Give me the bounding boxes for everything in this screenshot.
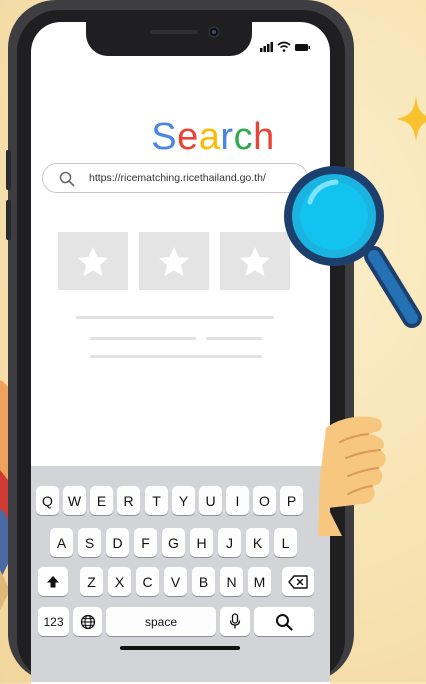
placeholder-line [76,316,274,319]
earpiece-speaker [150,30,198,34]
placeholder-line [90,337,196,340]
result-tile[interactable] [139,232,209,290]
placeholder-line [206,337,262,340]
key-w[interactable]: W [63,486,86,515]
search-icon [59,171,75,187]
search-key[interactable] [254,607,314,636]
key-u[interactable]: U [199,486,222,515]
placeholder-line [90,355,262,358]
microphone-icon [229,613,241,629]
key-p[interactable]: P [280,486,303,515]
backspace-key[interactable] [282,567,314,596]
key-r[interactable]: R [117,486,140,515]
space-key[interactable]: space [106,607,216,636]
key-k[interactable]: K [246,528,269,557]
key-x[interactable]: X [108,567,131,596]
key-y[interactable]: Y [172,486,195,515]
search-icon [276,613,293,631]
shift-icon [47,575,59,587]
numbers-key[interactable]: 123 [38,607,69,636]
key-g[interactable]: G [162,528,185,557]
key-l[interactable]: L [274,528,297,557]
globe-icon [80,614,95,629]
key-c[interactable]: C [136,567,159,596]
key-q[interactable]: Q [36,486,59,515]
result-tile[interactable] [58,232,128,290]
title-letter: h [253,116,275,158]
wifi-icon [277,41,291,52]
camera-lens [212,30,216,34]
search-input[interactable]: https://ricematching.ricethailand.go.th/ [42,163,308,193]
home-indicator [120,646,240,650]
backspace-icon [288,574,308,589]
star-icon [159,247,189,276]
title-letter: c [233,116,254,158]
title-letter: r [220,116,234,158]
search-url-text: https://ricematching.ricethailand.go.th/ [89,172,266,184]
star-icon [78,247,108,276]
globe-key[interactable] [73,607,102,636]
key-j[interactable]: J [218,528,241,557]
key-h[interactable]: H [190,528,213,557]
magnifying-glass-illustration [284,166,422,328]
key-e[interactable]: E [90,486,113,515]
search-title: Search [0,116,426,159]
signal-icon [260,42,273,52]
key-b[interactable]: B [192,567,215,596]
title-letter: a [198,116,221,158]
key-t[interactable]: T [145,486,168,515]
hand-illustration [318,416,386,536]
key-a[interactable]: A [50,528,73,557]
title-letter: e [177,116,199,158]
title-letter: S [151,116,178,158]
key-v[interactable]: V [164,567,187,596]
status-bar [260,41,310,52]
volume-button [6,200,11,240]
key-m[interactable]: M [248,567,271,596]
key-n[interactable]: N [220,567,243,596]
key-z[interactable]: Z [80,567,103,596]
key-o[interactable]: O [253,486,276,515]
key-s[interactable]: S [78,528,101,557]
shift-key[interactable] [38,567,68,596]
battery-icon [295,44,310,51]
key-f[interactable]: F [134,528,157,557]
notch [86,18,252,56]
key-d[interactable]: D [106,528,129,557]
microphone-key[interactable] [220,607,250,636]
key-i[interactable]: I [226,486,249,515]
